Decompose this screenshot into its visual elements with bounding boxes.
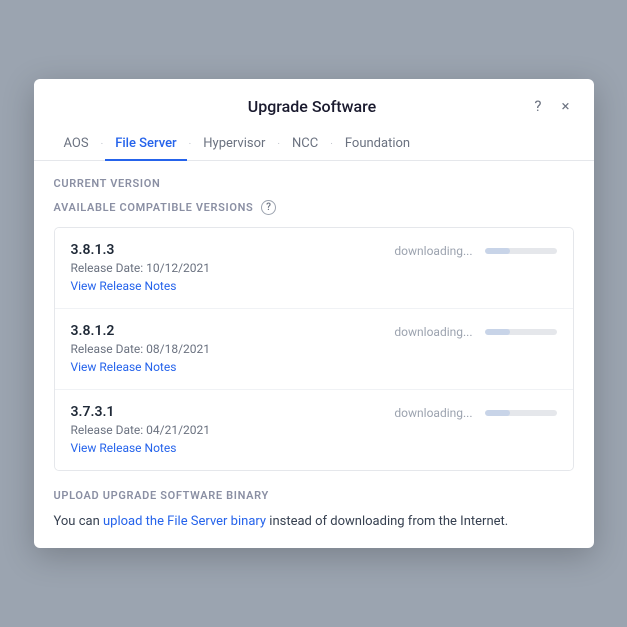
downloading-label-1: downloading...	[394, 325, 472, 339]
downloading-label-2: downloading...	[394, 406, 472, 420]
upgrade-software-modal: Upgrade Software ? × AOS · File Server ·…	[34, 79, 594, 548]
tab-dot-3: ·	[275, 139, 282, 150]
available-help-icon[interactable]: ?	[261, 200, 276, 215]
view-notes-link-0[interactable]: View Release Notes	[71, 279, 177, 293]
modal-title: Upgrade Software	[94, 97, 531, 116]
modal-overlay: Upgrade Software ? × AOS · File Server ·…	[0, 0, 627, 627]
release-date-2: Release Date: 04/21/2021	[71, 423, 557, 437]
tab-foundation[interactable]: Foundation	[335, 128, 420, 161]
upload-text-before: You can	[54, 514, 103, 529]
progress-bar-fill-0	[485, 248, 510, 254]
version-row-0: 3.8.1.3 downloading...	[71, 242, 557, 258]
status-row-0: downloading...	[394, 244, 556, 258]
modal-body: CURRENT VERSION AVAILABLE COMPATIBLE VER…	[34, 161, 594, 548]
version-number-2: 3.7.3.1	[71, 404, 115, 420]
progress-bar-wrap-2	[485, 410, 557, 416]
tab-hypervisor[interactable]: Hypervisor	[193, 128, 275, 161]
tab-dot-4: ·	[328, 139, 335, 150]
version-row-2: 3.7.3.1 downloading...	[71, 404, 557, 420]
progress-bar-fill-2	[485, 410, 510, 416]
available-versions-label: AVAILABLE COMPATIBLE VERSIONS ?	[54, 200, 574, 215]
upload-section: UPLOAD UPGRADE SOFTWARE BINARY You can u…	[54, 489, 574, 532]
release-date-1: Release Date: 08/18/2021	[71, 342, 557, 356]
tabs-bar: AOS · File Server · Hypervisor · NCC · F…	[34, 128, 594, 161]
upload-section-label: UPLOAD UPGRADE SOFTWARE BINARY	[54, 489, 574, 502]
header-icons: ? ×	[530, 97, 573, 116]
status-row-2: downloading...	[394, 406, 556, 420]
version-row-1: 3.8.1.2 downloading...	[71, 323, 557, 339]
help-icon[interactable]: ?	[530, 97, 545, 116]
upload-file-server-binary-link[interactable]: upload the File Server binary	[103, 514, 266, 529]
current-version-label: CURRENT VERSION	[54, 177, 574, 190]
tab-dot-1: ·	[99, 139, 106, 150]
close-icon[interactable]: ×	[557, 97, 573, 116]
view-notes-link-1[interactable]: View Release Notes	[71, 360, 177, 374]
tab-ncc[interactable]: NCC	[282, 128, 328, 161]
progress-bar-wrap-0	[485, 248, 557, 254]
versions-list: 3.8.1.3 downloading... Release Date: 10/…	[54, 227, 574, 471]
progress-bar-fill-1	[485, 329, 510, 335]
tab-dot-2: ·	[187, 139, 194, 150]
upload-text-after: instead of downloading from the Internet…	[266, 514, 508, 529]
modal-header: Upgrade Software ? ×	[34, 79, 594, 116]
tab-file-server[interactable]: File Server	[105, 128, 186, 161]
view-notes-link-2[interactable]: View Release Notes	[71, 441, 177, 455]
version-item-2: 3.7.3.1 downloading... Release Date: 04/…	[55, 390, 573, 470]
release-date-0: Release Date: 10/12/2021	[71, 261, 557, 275]
version-item-0: 3.8.1.3 downloading... Release Date: 10/…	[55, 228, 573, 309]
version-number-0: 3.8.1.3	[71, 242, 115, 258]
status-row-1: downloading...	[394, 325, 556, 339]
tab-aos[interactable]: AOS	[54, 128, 99, 161]
version-number-1: 3.8.1.2	[71, 323, 115, 339]
upload-text: You can upload the File Server binary in…	[54, 512, 574, 532]
version-item-1: 3.8.1.2 downloading... Release Date: 08/…	[55, 309, 573, 390]
downloading-label-0: downloading...	[394, 244, 472, 258]
progress-bar-wrap-1	[485, 329, 557, 335]
